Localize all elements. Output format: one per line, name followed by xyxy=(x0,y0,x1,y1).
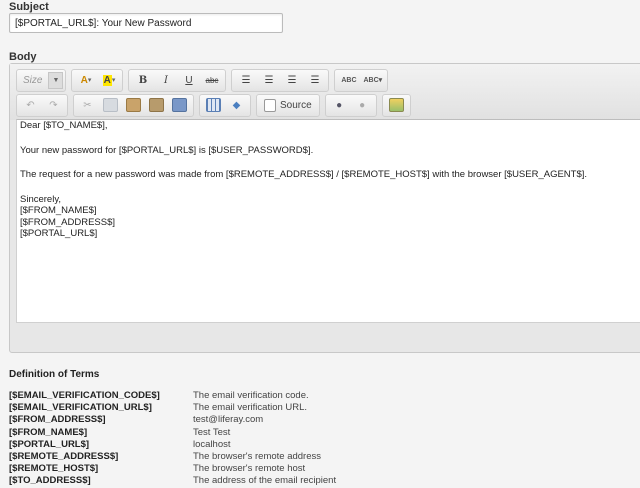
italic-button[interactable]: I xyxy=(155,71,176,90)
copy-button[interactable] xyxy=(100,96,121,115)
strikethrough-button[interactable]: abc xyxy=(201,71,222,90)
undo-icon: ↶ xyxy=(26,99,35,111)
definition-term: [$EMAIL_VERIFICATION_CODE$] xyxy=(9,390,160,401)
definition-desc: The browser's remote host xyxy=(193,463,306,475)
definition-term: [$REMOTE_HOST$] xyxy=(9,463,99,475)
definition-row: [$FROM_ADDRESS$] test@liferay.com xyxy=(9,414,336,426)
align-justify-button[interactable]: ☰ xyxy=(304,71,325,90)
redo-icon: ↷ xyxy=(49,99,58,111)
editor-toolbar: Size ▼ A ▾ A ▾ B I U abc ☰ ☰ ☰ ☰ ABC ABC… xyxy=(10,64,640,120)
align-left-button[interactable]: ☰ xyxy=(235,71,256,90)
align-center-icon: ☰ xyxy=(264,74,274,86)
body-line: The request for a new password was made … xyxy=(20,169,588,180)
definition-row: [$FROM_NAME$] Test Test xyxy=(9,427,336,439)
background-color-icon: A xyxy=(102,74,112,86)
definition-row: [$EMAIL_VERIFICATION_CODE$] The email ver… xyxy=(9,390,336,402)
remove-format-button[interactable]: ◆ xyxy=(226,96,247,115)
spellcheck-icon: ABC xyxy=(341,76,357,84)
paste-word-button[interactable] xyxy=(169,96,190,115)
editor-content-area[interactable]: Dear [$TO_NAME$], Your new password for … xyxy=(16,119,640,323)
text-color-button[interactable]: A ▾ xyxy=(75,71,96,90)
cut-icon: ✂ xyxy=(83,99,92,111)
subject-input[interactable] xyxy=(9,13,283,33)
font-size-placeholder: Size xyxy=(23,74,43,86)
rich-text-editor: Size ▼ A ▾ A ▾ B I U abc ☰ ☰ ☰ ☰ ABC ABC… xyxy=(9,63,640,353)
image-icon xyxy=(388,98,404,112)
definition-term: [$REMOTE_ADDRESS$] xyxy=(9,450,119,462)
definition-term: [$FROM_ADDRESS$] xyxy=(9,414,106,426)
find-button[interactable]: ● xyxy=(329,96,350,115)
definition-desc: The address of the email recipient xyxy=(193,475,337,487)
source-button[interactable]: Source xyxy=(260,96,316,115)
image-button[interactable] xyxy=(386,96,407,115)
body-line: Dear [$TO_NAME$], xyxy=(20,120,108,131)
underline-button[interactable]: U xyxy=(178,71,199,90)
body-label: Body xyxy=(9,51,37,63)
definition-term: [$PORTAL_URL$] xyxy=(9,438,90,450)
source-icon xyxy=(264,98,276,112)
definitions-title: Definition of Terms xyxy=(9,369,100,380)
font-color-icon: A xyxy=(80,74,88,86)
align-justify-icon: ☰ xyxy=(310,74,320,86)
find-icon: ● xyxy=(336,99,343,111)
definition-desc: test@liferay.com xyxy=(193,414,264,426)
body-line: [$FROM_NAME$] xyxy=(20,205,97,216)
table-button[interactable] xyxy=(203,96,224,115)
definition-desc: The browser's remote address xyxy=(193,450,322,462)
bold-button[interactable]: B xyxy=(132,71,153,90)
redo-button[interactable]: ↷ xyxy=(43,96,64,115)
definition-term: [$EMAIL_VERIFICATION_URL$] xyxy=(9,402,152,414)
copy-icon xyxy=(103,98,118,112)
background-color-button[interactable]: A ▾ xyxy=(98,71,119,90)
paste-button[interactable] xyxy=(123,96,144,115)
font-size-combo[interactable]: Size ▼ xyxy=(16,68,67,92)
spellcheck-as-you-type-button[interactable]: ABC ▾ xyxy=(361,71,384,90)
paste-icon xyxy=(126,98,141,112)
spellcheck-button[interactable]: ABC xyxy=(338,71,359,90)
replace-button[interactable]: ● xyxy=(352,96,373,115)
definitions-list: [$EMAIL_VERIFICATION_CODE$] The email ver… xyxy=(9,390,336,488)
replace-icon: ● xyxy=(359,99,366,111)
paste-text-button[interactable] xyxy=(146,96,167,115)
undo-button[interactable]: ↶ xyxy=(20,96,41,115)
cut-button[interactable]: ✂ xyxy=(77,96,98,115)
definition-row: [$EMAIL_VERIFICATION_URL$] The email veri… xyxy=(9,402,336,414)
source-label: Source xyxy=(280,99,312,111)
paste-word-icon xyxy=(172,98,187,112)
definition-term: [$TO_ADDRESS$] xyxy=(9,475,91,487)
paste-text-icon xyxy=(149,98,164,112)
definition-row: [$REMOTE_HOST$] The browser's remote host xyxy=(9,463,336,475)
chevron-down-icon[interactable]: ▼ xyxy=(48,71,64,89)
definition-desc: The email verification code. xyxy=(193,390,309,401)
table-icon xyxy=(206,98,221,112)
definition-desc: Test Test xyxy=(193,426,231,438)
align-right-button[interactable]: ☰ xyxy=(281,71,302,90)
definition-term: [$FROM_NAME$] xyxy=(9,426,88,438)
eraser-icon: ◆ xyxy=(232,99,241,111)
body-line: Your new password for [$PORTAL_URL$] is … xyxy=(20,144,314,156)
body-line: [$PORTAL_URL$] xyxy=(20,228,98,239)
subject-label: Subject xyxy=(9,1,49,13)
definition-row: [$REMOTE_ADDRESS$] The browser's remote a… xyxy=(9,451,336,463)
definition-row: [$TO_ADDRESS$] The address of the email r… xyxy=(9,475,336,487)
body-line: Sincerely, xyxy=(20,193,62,205)
definition-desc: localhost xyxy=(193,438,231,450)
spellcheck-scayt-icon: ABC xyxy=(363,76,379,84)
body-line: [$FROM_ADDRESS$] xyxy=(20,216,116,228)
definition-row: [$PORTAL_URL$] localhost xyxy=(9,439,336,451)
align-left-icon: ☰ xyxy=(241,74,251,86)
definition-desc: The email verification URL. xyxy=(193,402,308,414)
align-center-button[interactable]: ☰ xyxy=(258,71,279,90)
align-right-icon: ☰ xyxy=(287,74,297,86)
